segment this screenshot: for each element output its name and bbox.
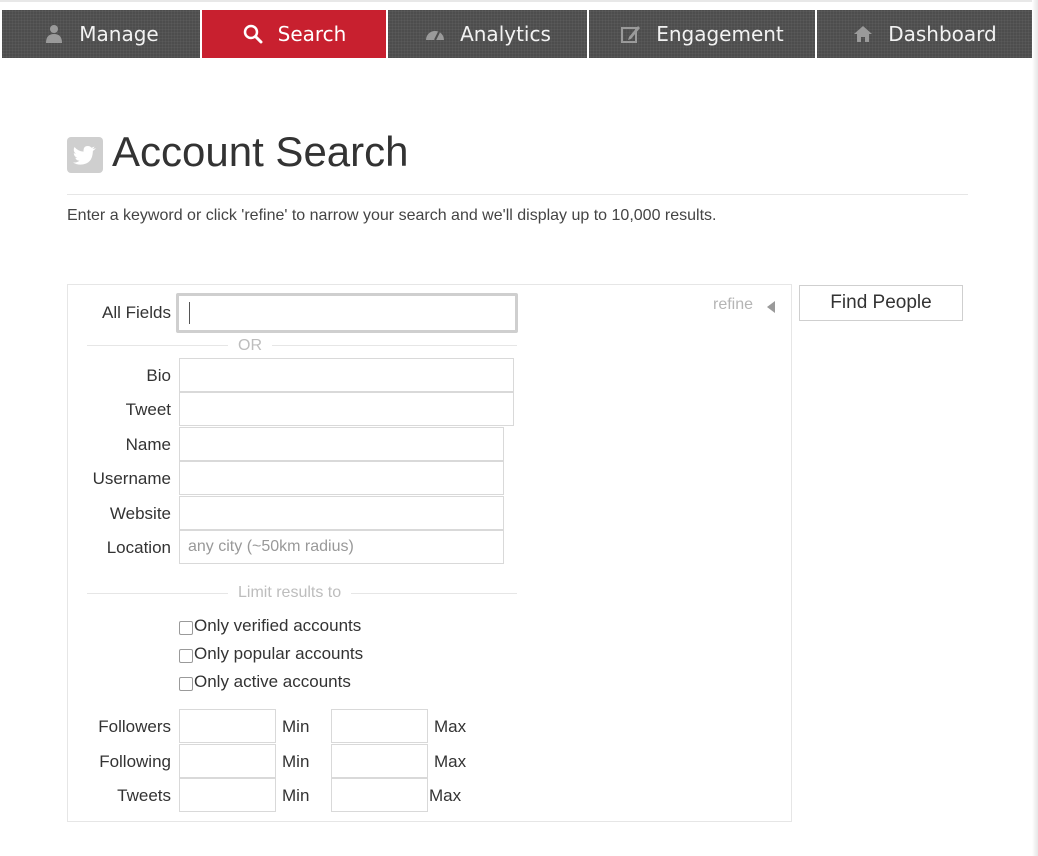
followers-min-input[interactable] — [179, 709, 276, 743]
nav-item-dashboard[interactable]: Dashboard — [817, 10, 1032, 58]
nav-item-engagement[interactable]: Engagement — [589, 10, 817, 58]
search-icon — [243, 24, 263, 44]
all-fields-label: All Fields — [102, 303, 171, 322]
popular-label[interactable]: Only popular accounts — [194, 644, 363, 664]
following-min-label: Min — [282, 752, 310, 771]
page-title: Account Search — [112, 128, 409, 175]
following-label: Following — [99, 752, 171, 771]
nav-item-search[interactable]: Search — [202, 10, 388, 58]
nav-label: Manage — [79, 22, 159, 46]
website-input[interactable] — [179, 496, 504, 530]
nav-label: Engagement — [656, 22, 784, 46]
search-description: Enter a keyword or click 'refine' to nar… — [67, 207, 717, 224]
text-caret — [189, 302, 190, 324]
location-label: Location — [106, 538, 171, 557]
find-people-button[interactable]: Find People — [799, 285, 963, 321]
website-label: Website — [109, 504, 171, 523]
nav-label: Dashboard — [888, 22, 997, 46]
location-placeholder: any city (~50km radius) — [188, 538, 354, 555]
top-border — [0, 0, 1038, 2]
or-divider — [87, 345, 517, 346]
limit-label: Limit results to — [228, 584, 352, 602]
following-min-input[interactable] — [179, 744, 276, 778]
or-label: OR — [228, 337, 272, 355]
window-edge — [1032, 0, 1038, 856]
following-max-label: Max — [434, 752, 467, 771]
main-nav: Manage Search Analytics Engagement Dashb… — [2, 10, 1032, 58]
edit-icon — [621, 26, 641, 43]
refine-link[interactable]: refine — [713, 296, 753, 314]
followers-label: Followers — [98, 717, 171, 736]
verified-checkbox[interactable] — [179, 621, 193, 635]
active-checkbox[interactable] — [179, 677, 193, 691]
popular-checkbox[interactable] — [179, 649, 193, 663]
name-input[interactable] — [179, 427, 504, 461]
tweets-min-input[interactable] — [179, 778, 276, 812]
tweets-min-label: Min — [282, 786, 310, 805]
gauge-icon — [426, 31, 445, 41]
followers-max-input[interactable] — [331, 709, 428, 743]
tweets-label: Tweets — [117, 786, 171, 805]
tweets-max-label: Max — [429, 786, 462, 805]
title-divider — [67, 194, 968, 195]
name-label: Name — [125, 435, 171, 454]
tweets-max-input[interactable] — [331, 778, 428, 812]
tweet-label: Tweet — [125, 400, 171, 419]
bio-input[interactable] — [179, 358, 514, 392]
following-max-input[interactable] — [331, 744, 428, 778]
nav-item-analytics[interactable]: Analytics — [388, 10, 589, 58]
username-input[interactable] — [179, 461, 504, 495]
nav-label: Search — [277, 22, 347, 46]
verified-label[interactable]: Only verified accounts — [194, 616, 361, 636]
tweet-input[interactable] — [179, 392, 514, 426]
caret-left-icon[interactable] — [767, 301, 775, 313]
all-fields-input[interactable] — [176, 293, 518, 333]
username-label: Username — [92, 469, 171, 488]
followers-max-label: Max — [434, 717, 467, 736]
followers-min-label: Min — [282, 717, 310, 736]
location-input[interactable]: any city (~50km radius) — [179, 530, 504, 564]
twitter-bird-icon — [67, 137, 103, 173]
bio-label: Bio — [146, 366, 171, 385]
nav-label: Analytics — [460, 22, 551, 46]
nav-item-manage[interactable]: Manage — [2, 10, 202, 58]
active-label[interactable]: Only active accounts — [194, 672, 351, 692]
user-icon — [46, 25, 63, 43]
home-icon — [854, 26, 873, 42]
